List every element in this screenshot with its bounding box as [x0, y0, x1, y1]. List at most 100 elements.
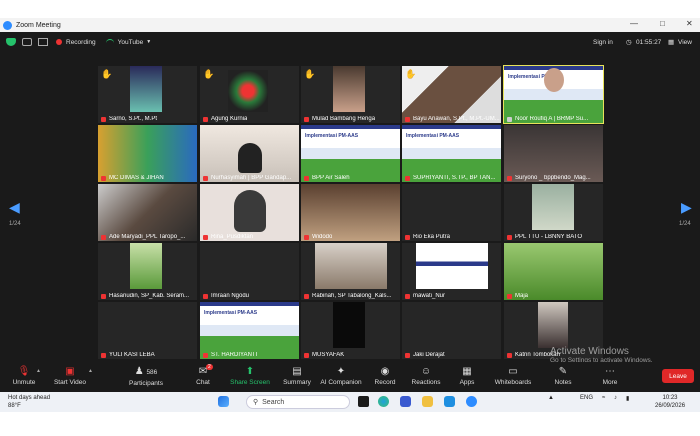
participant-name: Imraan Ngodu [203, 293, 249, 299]
video-tile[interactable]: Jaki Derajat [402, 302, 501, 359]
clock-icon: ◷ [626, 39, 632, 46]
weather-widget[interactable]: Hot days ahead 88°F [8, 394, 50, 410]
weather-temperature: 88°F [8, 403, 21, 409]
muted-mic-icon [507, 293, 512, 299]
meeting-top-bar: Recording YouTube ▼ Sign in ◷ 01:55:27 ▦… [0, 32, 700, 52]
minimize-icon[interactable]: — [630, 19, 638, 28]
participant-name: Ade Maryadi_PPL Taropo_... [101, 234, 185, 240]
muted-mic-icon [203, 234, 208, 240]
video-tile[interactable]: ✋ Agung Kurnia [200, 66, 299, 123]
participant-video [301, 184, 400, 241]
video-tile[interactable]: Widodo [301, 184, 400, 241]
participant-name: mawati_Nur [405, 293, 445, 299]
participant-name: Widodo [304, 234, 332, 240]
participants-button[interactable]: ♟ 586 Participants [118, 365, 174, 387]
previous-page-arrow-icon[interactable]: ◀ [9, 199, 20, 216]
video-tile[interactable]: Implementasi PM-AAS SUPRIYANTI, S.TP., B… [402, 125, 501, 182]
video-tile[interactable]: YULI KASI LEBA [98, 302, 197, 359]
volume-icon[interactable]: ♪ [614, 395, 617, 401]
clock-date: 26/09/2026 [655, 403, 686, 409]
wifi-icon[interactable]: ≈ [602, 395, 605, 401]
close-icon[interactable]: ✕ [686, 19, 693, 28]
video-tile[interactable]: mawati_Nur [402, 243, 501, 300]
video-tile[interactable]: Rina_Pusdiktan [200, 184, 299, 241]
video-tile-active-speaker[interactable]: Implementasi PM-AAS Noor Roufiq A | BRMP… [503, 65, 604, 124]
video-tile[interactable]: Implementasi PM-AAS BPP Air Saleh [301, 125, 400, 182]
file-explorer-icon[interactable] [422, 396, 433, 407]
windows-start-icon[interactable] [218, 396, 229, 407]
recording-status[interactable]: Recording [66, 39, 96, 46]
video-tile[interactable]: ✋ Mulad Bambang Henga [301, 66, 400, 123]
video-tile[interactable]: MC DIMAS & JIHAN [98, 125, 197, 182]
outlook-icon[interactable] [400, 396, 411, 407]
participant-video [538, 302, 568, 348]
video-tile[interactable]: Imraan Ngodu [200, 243, 299, 300]
participants-icon: ♟ 586 [134, 366, 158, 377]
video-tile[interactable]: Rabinah, SP Tabalong_Kals... [301, 243, 400, 300]
page-indicator-left: 1/24 [9, 221, 21, 227]
language-indicator[interactable]: ENG [580, 395, 593, 401]
participant-name: MC DIMAS & JIHAN [101, 175, 164, 181]
muted-mic-icon [507, 234, 512, 240]
task-view-icon[interactable] [358, 396, 369, 407]
maximize-icon[interactable]: □ [660, 19, 665, 28]
video-tile[interactable]: ✋ Sarno, S.Pt., M.Pt [98, 66, 197, 123]
participant-video [402, 66, 501, 123]
layout-icon[interactable] [38, 38, 48, 46]
video-tile[interactable]: Hasanudin, SP_Kab. Seram... [98, 243, 197, 300]
chevron-up-icon[interactable]: ▲ [36, 368, 41, 374]
video-tile[interactable]: ✋ Bayu Ariawan, S.Pt., M.Pt.-UM... [402, 66, 501, 123]
participant-name: Bayu Ariawan, S.Pt., M.Pt.-UM... [405, 116, 500, 122]
video-tile[interactable]: MUSYAFAK [301, 302, 400, 359]
youtube-stream-button[interactable]: YouTube [118, 39, 144, 46]
video-tile[interactable]: Implementasi PM-AAS ST. HARDIYANTI [200, 302, 299, 359]
video-gallery: ◀ 1/24 ▶ 1/24 ✋ Sarno, S.Pt., M.Pt ✋ Agu… [0, 52, 700, 362]
edge-browser-icon[interactable] [378, 396, 389, 407]
security-shield-icon[interactable] [6, 38, 16, 46]
whiteboards-button[interactable]: ▭ Whiteboards [485, 365, 541, 386]
sign-in-link[interactable]: Sign in [593, 39, 613, 46]
participant-face [234, 190, 266, 232]
participant-video [504, 125, 603, 182]
more-icon: ⋯ [605, 366, 615, 377]
participant-video [416, 243, 488, 289]
muted-mic-icon [405, 293, 410, 299]
battery-icon[interactable]: ▮ [626, 395, 629, 402]
meeting-timer: 01:55:27 [636, 38, 662, 46]
participant-name: Rabinah, SP Tabalong_Kals... [304, 293, 392, 299]
clock-time: 10:23 [662, 395, 678, 401]
video-tile[interactable]: Suryono _ bppbendo_Mag... [504, 125, 603, 182]
store-icon[interactable] [444, 396, 455, 407]
video-tile[interactable]: Nurhasyimah | BPP Gandap... [200, 125, 299, 182]
video-tile[interactable]: Maja [504, 243, 603, 300]
taskbar-clock[interactable]: 10:23 26/09/2026 [655, 394, 685, 410]
muted-mic-icon [405, 352, 410, 358]
chevron-up-icon[interactable]: ▲ [88, 368, 93, 374]
muted-mic-icon [203, 175, 208, 181]
zoom-taskbar-icon[interactable] [466, 396, 477, 407]
raised-hand-icon: ✋ [203, 69, 215, 79]
participant-name: Jaki Derajat [405, 352, 445, 358]
chevron-down-icon[interactable]: ▼ [146, 39, 151, 45]
view-icon[interactable]: ▦ [668, 38, 674, 46]
raised-hand-icon: ✋ [405, 69, 417, 79]
raised-hand-icon: ✋ [101, 69, 113, 79]
muted-mic-icon [101, 293, 106, 299]
view-button[interactable]: View [678, 39, 692, 46]
next-page-arrow-icon[interactable]: ▶ [681, 199, 692, 216]
participant-name: Rina_Pusdiktan [203, 234, 253, 240]
tray-chevron-icon[interactable]: ▲ [548, 395, 554, 401]
participant-name: Rio Eka Putra [405, 234, 450, 240]
chat-unread-badge: 2 [206, 364, 213, 370]
page-indicator-right: 1/24 [679, 221, 691, 227]
video-tile[interactable]: Rio Eka Putra [402, 184, 501, 241]
more-button[interactable]: ⋯ More [582, 365, 638, 386]
participant-name: Noor Roufiq A | BRMP Su... [507, 116, 588, 122]
taskbar-search[interactable]: ⚲ Search [246, 395, 350, 409]
muted-mic-icon [304, 116, 309, 122]
video-tile[interactable]: PPL TTU - LBNNY BATO [504, 184, 603, 241]
leave-button[interactable]: Leave [662, 369, 694, 383]
search-icon: ⚲ [253, 399, 259, 406]
grid-icon[interactable] [22, 38, 32, 46]
video-tile[interactable]: Ade Maryadi_PPL Taropo_... [98, 184, 197, 241]
